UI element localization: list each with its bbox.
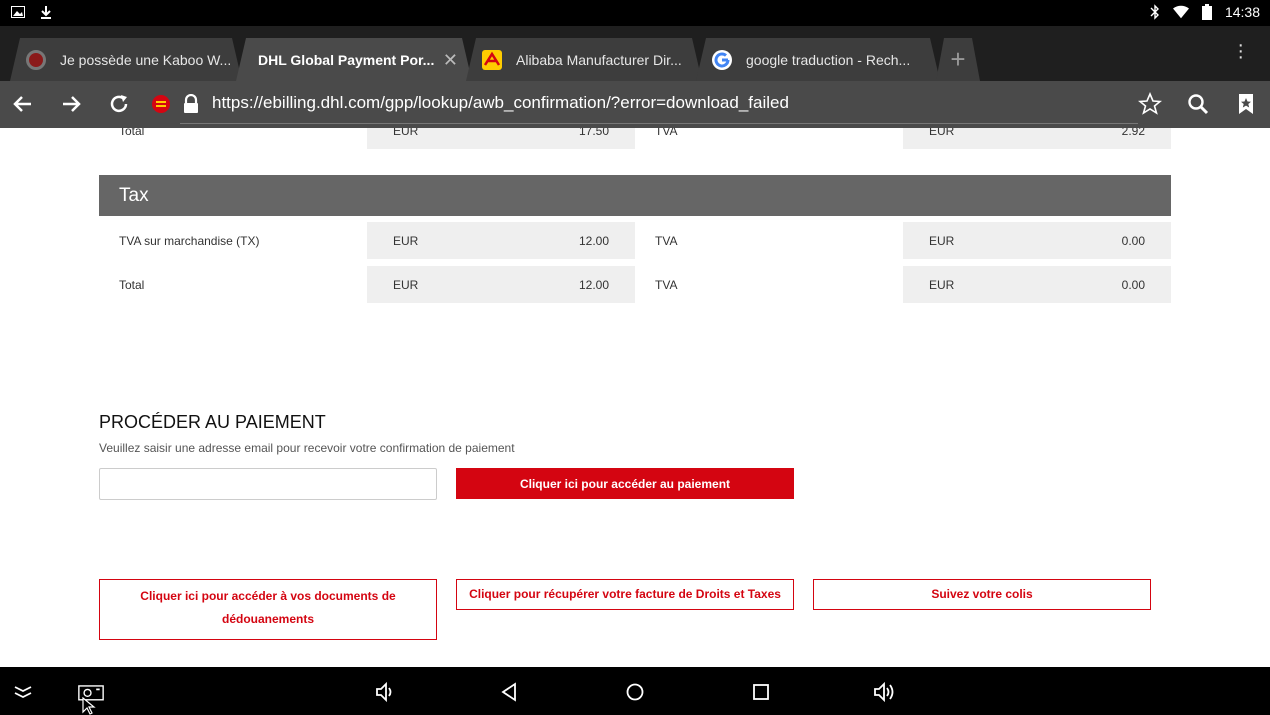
web-page: Total EUR 17.50 TVA EUR 2.92 Tax TVA sur… [0,128,1270,667]
clock: 14:38 [1224,4,1260,20]
currency: EUR [393,234,419,248]
star-icon [1138,92,1162,115]
address-bar[interactable]: https://ebilling.dhl.com/gpp/lookup/awb_… [212,93,789,113]
currency: EUR [929,234,955,248]
currency: EUR [929,128,955,138]
image-icon [10,4,26,20]
address-underline [180,123,1138,124]
google-favicon-icon [712,50,732,70]
back-button[interactable] [8,89,38,119]
button-label: dédouanements [221,612,314,626]
circle-home-icon [626,683,644,701]
track-parcel-button[interactable]: Suivez votre colis [813,579,1151,610]
tax-section-header: Tax [99,175,1171,216]
bookmarks-button[interactable] [1231,89,1261,119]
new-tab-button[interactable]: + [936,38,980,81]
home-button[interactable] [622,679,648,705]
amount: 12.00 [578,278,609,292]
tva-amount-cell: EUR 0.00 [903,222,1171,259]
bluetooth-icon [1147,4,1163,20]
search-icon [1188,94,1209,115]
tab-google[interactable]: google traduction - Rech... [696,38,940,81]
volume-down-icon [376,681,392,703]
payment-title: PROCÉDER AU PAIEMENT [99,412,326,432]
wifi-icon [1172,4,1189,20]
battery-icon [1199,4,1215,20]
volume-down-button[interactable] [372,679,398,705]
tva-amount-cell: EUR 0.00 [903,266,1171,303]
download-icon [38,4,54,20]
tab-alibaba[interactable]: Alibaba Manufacturer Dir... [466,38,702,81]
currency: EUR [929,278,955,292]
triangle-back-icon [501,682,516,702]
row-label: Total [119,128,145,138]
back-nav-button[interactable] [496,679,522,705]
navigation-bar [0,667,1270,715]
double-chevron-down-icon [14,686,32,699]
lock-icon [176,89,206,119]
amount: 12.00 [578,234,609,248]
tva-label: TVA [655,234,678,248]
tab-title: DHL Global Payment Por... [258,51,435,68]
amount-cell: EUR 17.50 [367,128,635,149]
bookmark-star-button[interactable] [1135,89,1165,119]
reload-icon [110,95,128,113]
currency: EUR [393,128,419,138]
status-bar: 14:38 [0,0,1270,26]
mouse-cursor-icon [82,696,96,715]
amount: 17.50 [578,128,609,138]
arrow-right-icon [63,96,81,112]
search-button[interactable] [1183,89,1213,119]
tva-label: TVA [655,128,678,138]
table-row: Total EUR 12.00 TVA EUR 0.00 [99,266,1171,303]
email-input[interactable] [99,468,437,500]
tab-title: google traduction - Rech... [746,51,911,68]
tva-label: TVA [655,278,678,292]
row-label: TVA sur marchandise (TX) [119,234,260,248]
arrow-left-icon [13,96,31,112]
amount-cell: EUR 12.00 [367,266,635,303]
volume-up-button[interactable] [872,679,898,705]
button-label: Cliquer ici pour accéder à vos documents… [140,589,396,603]
customs-documents-button[interactable]: Cliquer ici pour accéder à vos documents… [99,579,437,640]
amount-cell: EUR 12.00 [367,222,635,259]
recents-button[interactable] [748,679,774,705]
browser-toolbar: https://ebilling.dhl.com/gpp/lookup/awb_… [0,81,1270,128]
tab-title: Alibaba Manufacturer Dir... [516,51,682,68]
square-recents-icon [753,684,769,700]
volume-up-icon [874,681,894,703]
alibaba-favicon-icon [482,50,502,70]
invoice-button[interactable]: Cliquer pour récupérer votre facture de … [456,579,794,610]
summary-total-row: Total EUR 17.50 TVA EUR 2.92 [99,128,1171,149]
amount: 0.00 [1121,278,1145,292]
kaboo-favicon-icon [26,50,46,70]
overflow-menu-icon[interactable]: · · · [1237,35,1244,67]
forward-button[interactable] [56,89,86,119]
payment-button[interactable]: Cliquer ici pour accéder au paiement [456,468,794,499]
site-favicon-icon [146,89,176,119]
tab-kaboo[interactable]: Je possède une Kaboo W... [10,38,242,81]
amount: 2.92 [1121,128,1145,138]
currency: EUR [393,278,419,292]
hide-bar-button[interactable] [10,679,36,705]
plus-icon: + [950,44,966,74]
row-label: Total [119,278,145,292]
table-row: TVA sur marchandise (TX) EUR 12.00 TVA E… [99,222,1171,259]
tva-amount-cell: EUR 2.92 [903,128,1171,149]
amount: 0.00 [1121,234,1145,248]
tab-dhl[interactable]: DHL Global Payment Por... ✕ [236,38,472,81]
reload-button[interactable] [104,89,134,119]
bookmark-icon [1239,94,1253,114]
tab-title: Je possède une Kaboo W... [60,51,232,68]
close-tab-icon[interactable]: ✕ [443,50,458,71]
payment-subtitle: Veuillez saisir une adresse email pour r… [99,441,515,455]
tab-strip: Je possède une Kaboo W... DHL Global Pay… [0,26,1270,81]
